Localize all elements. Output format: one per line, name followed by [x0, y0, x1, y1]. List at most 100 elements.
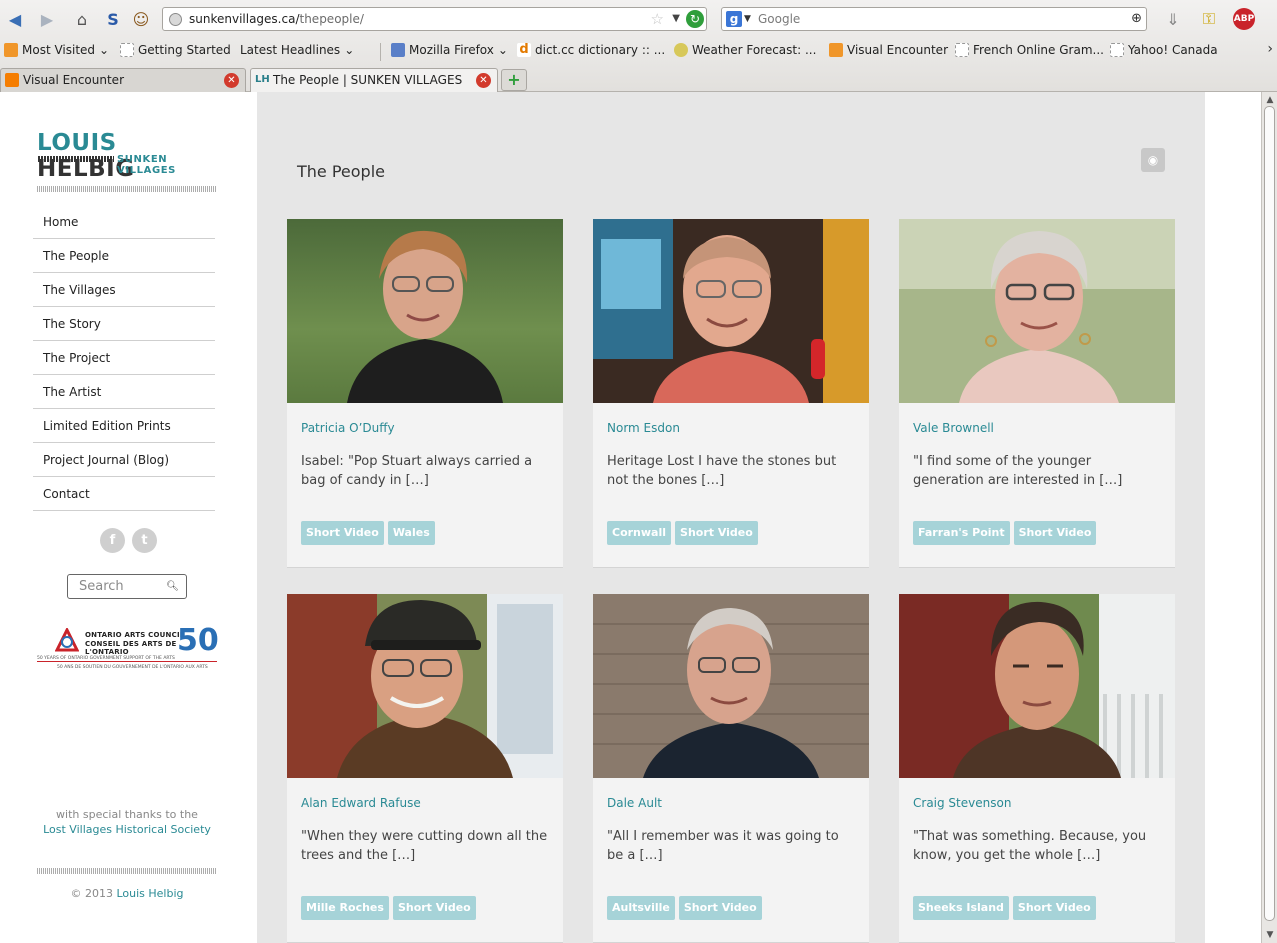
- home-icon[interactable]: ⌂: [70, 7, 94, 31]
- back-icon[interactable]: ◀: [3, 7, 27, 31]
- logo-first-name: LOUIS: [37, 130, 117, 156]
- engine-dropdown-icon[interactable]: ▼: [744, 8, 751, 30]
- url-dropdown-icon[interactable]: ▼: [672, 8, 680, 30]
- tag[interactable]: Farran's Point: [913, 521, 1010, 545]
- menu-item-project-journal[interactable]: Project Journal (Blog): [33, 443, 215, 477]
- menu-item-contact[interactable]: Contact: [33, 477, 215, 511]
- rss-feed-icon[interactable]: ◉: [1141, 148, 1165, 172]
- twitter-icon[interactable]: t: [132, 528, 157, 553]
- bookmark-visual-encounter[interactable]: Visual Encounter: [829, 43, 948, 57]
- oac-line-1: ONTARIO ARTS COUNCIL: [85, 631, 185, 639]
- blogger-icon: [5, 73, 19, 87]
- forward-icon[interactable]: ▶: [35, 7, 59, 31]
- person-card: Dale Ault "All I remember was it was goi…: [593, 594, 869, 943]
- tab-the-people[interactable]: LH The People | SUNKEN VILLAGES ✕: [250, 68, 498, 92]
- menu-item-the-story[interactable]: The Story: [33, 307, 215, 341]
- lost-villages-link[interactable]: Lost Villages Historical Society: [43, 823, 211, 836]
- facebook-icon[interactable]: f: [100, 528, 125, 553]
- tag[interactable]: Short Video: [1013, 521, 1097, 545]
- tag[interactable]: Mille Roches: [301, 896, 389, 920]
- bookmark-star-icon[interactable]: ☆: [651, 8, 664, 30]
- menu-item-the-villages[interactable]: The Villages: [33, 273, 215, 307]
- bookmark-mozilla-firefox[interactable]: Mozilla Firefox ⌄: [391, 43, 508, 57]
- tag[interactable]: Short Video: [301, 521, 384, 545]
- copyright: © 2013 Louis Helbig: [33, 887, 221, 900]
- navigation-toolbar: ◀ ▶ ⌂ S ☺ sunkenvillages.ca/thepeople/ ☆…: [0, 4, 1277, 34]
- bookmarks-overflow-icon[interactable]: ›: [1267, 41, 1273, 57]
- person-card: Craig Stevenson "That was something. Bec…: [899, 594, 1175, 943]
- site-logo[interactable]: LOUIS HELBIG SUNKEN VILLAGES: [37, 130, 217, 182]
- person-name[interactable]: Norm Esdon: [607, 421, 680, 435]
- tag[interactable]: Wales: [387, 521, 435, 545]
- google-engine-icon[interactable]: g: [726, 11, 742, 27]
- person-card: Alan Edward Rafuse "When they were cutti…: [287, 594, 563, 943]
- scroll-up-icon[interactable]: ▲: [1264, 94, 1276, 106]
- person-photo[interactable]: [593, 594, 869, 778]
- main-menu: Home The People The Villages The Story T…: [33, 205, 215, 511]
- person-excerpt: "I find some of the younger generation a…: [913, 454, 1123, 488]
- search-placeholder: Google: [758, 12, 801, 26]
- greasemonkey-icon[interactable]: ☺: [129, 7, 153, 31]
- person-name[interactable]: Patricia O’Duffy: [301, 421, 395, 435]
- tag[interactable]: Short Video: [1012, 896, 1096, 920]
- person-card: Vale Brownell "I find some of the younge…: [899, 219, 1175, 568]
- search-placeholder: Search: [79, 579, 124, 594]
- person-name[interactable]: Alan Edward Rafuse: [301, 796, 421, 810]
- url-bar[interactable]: sunkenvillages.ca/thepeople/ ☆ ▼ ↻: [162, 7, 707, 31]
- scrollbar-thumb[interactable]: [1264, 106, 1275, 921]
- binoculars-icon[interactable]: ⊕: [1131, 8, 1142, 30]
- bookmark-most-visited[interactable]: Most Visited ⌄: [4, 43, 109, 57]
- menu-item-the-people[interactable]: The People: [33, 239, 215, 273]
- reload-icon[interactable]: ↻: [686, 10, 704, 28]
- person-excerpt: "That was something. Because, you know, …: [913, 829, 1147, 863]
- tag[interactable]: Short Video: [678, 896, 762, 920]
- menu-item-the-project[interactable]: The Project: [33, 341, 215, 375]
- person-photo[interactable]: [287, 219, 563, 403]
- bookmark-getting-started[interactable]: Getting Started: [120, 43, 231, 57]
- oac-symbol-icon: [55, 628, 79, 652]
- menu-item-the-artist[interactable]: The Artist: [33, 375, 215, 409]
- thanks-text: with special thanks to the: [56, 808, 198, 821]
- person-name[interactable]: Vale Brownell: [913, 421, 994, 435]
- bookmark-french-grammar[interactable]: French Online Gram...: [955, 43, 1104, 57]
- person-photo[interactable]: [593, 219, 869, 403]
- close-tab-icon[interactable]: ✕: [224, 73, 239, 88]
- person-photo[interactable]: [899, 219, 1175, 403]
- bookmark-dict-cc[interactable]: d dict.cc dictionary :: ...: [517, 43, 665, 57]
- menu-item-home[interactable]: Home: [33, 205, 215, 239]
- bookmark-weather[interactable]: Weather Forecast: ...: [674, 43, 816, 57]
- close-tab-icon[interactable]: ✕: [476, 73, 491, 88]
- bookmark-latest-headlines[interactable]: Latest Headlines ⌄: [240, 43, 1138, 113]
- tag[interactable]: Sheeks Island: [913, 896, 1009, 920]
- downloads-icon[interactable]: ⇓: [1160, 7, 1186, 31]
- web-page: LOUIS HELBIG SUNKEN VILLAGES Home The Pe…: [0, 92, 1261, 943]
- person-name[interactable]: Craig Stevenson: [913, 796, 1011, 810]
- sidebar-search-input[interactable]: Search 🔍︎: [67, 574, 187, 599]
- adblock-icon[interactable]: ABP: [1231, 7, 1257, 31]
- person-photo[interactable]: [899, 594, 1175, 778]
- addon-s-icon[interactable]: S: [101, 7, 125, 31]
- louis-helbig-link[interactable]: Louis Helbig: [116, 887, 183, 900]
- page-icon: [120, 43, 134, 57]
- tag[interactable]: Short Video: [392, 896, 476, 920]
- search-bar[interactable]: g ▼ Google ⊕: [721, 7, 1147, 31]
- ontario-arts-council-logo[interactable]: ONTARIO ARTS COUNCIL CONSEIL DES ARTS DE…: [37, 625, 219, 673]
- bookmark-yahoo-canada[interactable]: Yahoo! Canada: [1110, 43, 1218, 57]
- menu-item-limited-edition-prints[interactable]: Limited Edition Prints: [33, 409, 215, 443]
- tag-list: Cornwall Short Video: [607, 521, 758, 545]
- tag[interactable]: Short Video: [675, 521, 758, 545]
- tag[interactable]: Cornwall: [607, 521, 672, 545]
- scroll-down-icon[interactable]: ▼: [1264, 929, 1276, 941]
- new-tab-button[interactable]: +: [501, 69, 527, 91]
- person-name[interactable]: Dale Ault: [607, 796, 662, 810]
- chevron-down-icon: ⌄: [497, 43, 508, 57]
- search-icon[interactable]: 🔍︎: [166, 575, 179, 598]
- tag[interactable]: Aultsville: [607, 896, 675, 920]
- site-identity-icon[interactable]: [169, 13, 182, 26]
- lh-favicon-icon: LH: [255, 74, 270, 85]
- tab-visual-encounter[interactable]: Visual Encounter ✕: [0, 68, 246, 92]
- tab-strip: Visual Encounter ✕ LH The People | SUNKE…: [0, 68, 1277, 92]
- key-icon[interactable]: ⚿: [1196, 7, 1222, 31]
- vertical-scrollbar[interactable]: ▲ ▼: [1261, 92, 1277, 943]
- person-photo[interactable]: [287, 594, 563, 778]
